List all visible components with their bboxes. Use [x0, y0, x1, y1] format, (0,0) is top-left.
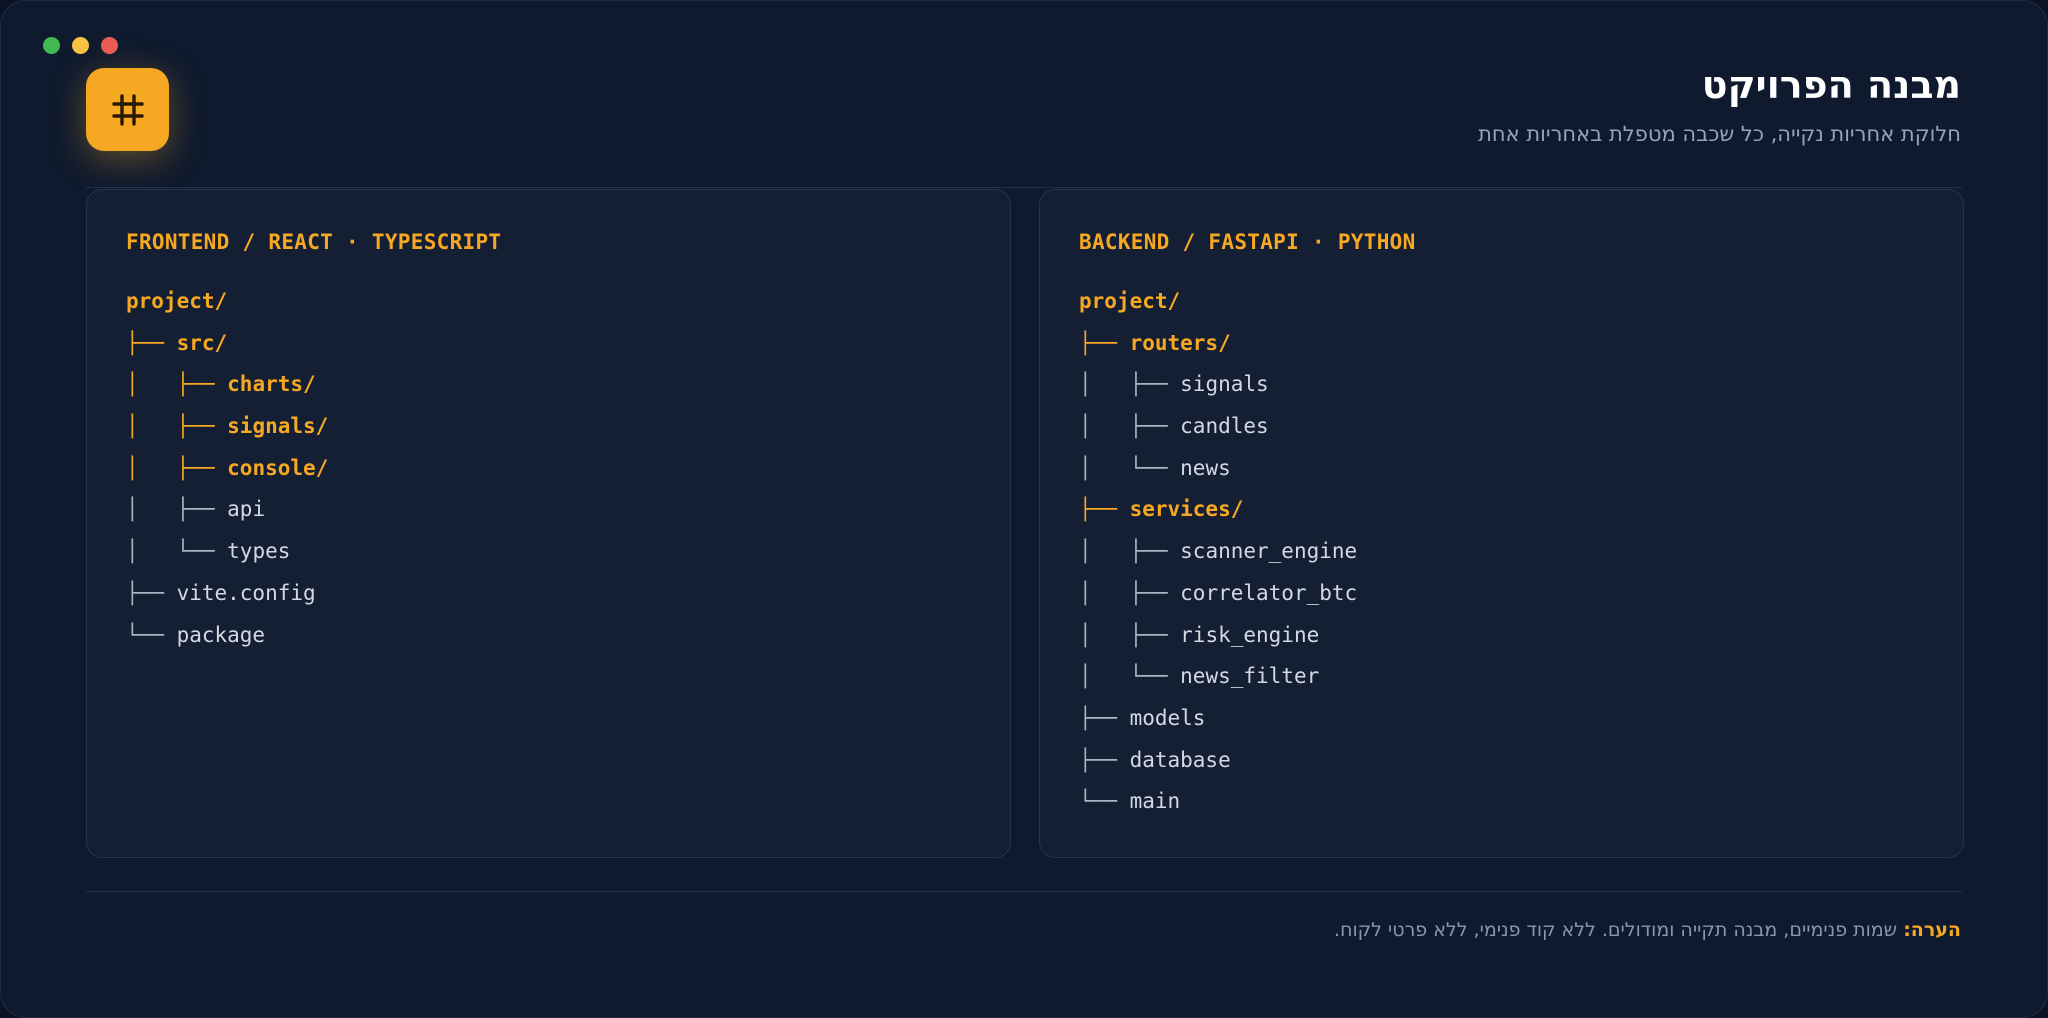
tree-item-name: vite.config	[176, 580, 316, 605]
tree-branch: │ ├──	[1079, 372, 1181, 397]
tree-branch: │ ├──	[126, 372, 228, 397]
page-title: מבנה הפרויקט	[1701, 63, 1961, 107]
tree-branch: ├──	[126, 330, 177, 355]
tree-file-item[interactable]: └── package	[126, 615, 1010, 657]
window-close-button[interactable]	[101, 37, 118, 54]
tree-branch: ├──	[126, 580, 177, 605]
backend-tree: project/├── routers/│ ├── signals │ ├── c…	[1079, 281, 1963, 823]
tree-folder-item[interactable]: │ ├── charts/	[126, 364, 1010, 406]
tree-item-name: models	[1129, 705, 1206, 730]
tree-item-name: src/	[176, 330, 228, 355]
window-maximize-button[interactable]	[43, 37, 60, 54]
tree-branch: │ ├──	[1079, 622, 1181, 647]
tree-branch: │ ├──	[1079, 414, 1181, 439]
footer-note-label: הערה:	[1903, 919, 1961, 941]
tree-file-item[interactable]: │ ├── risk_engine	[1079, 615, 1963, 657]
backend-panel: BACKEND / FASTAPI · PYTHON project/ ├── r…	[1039, 189, 1964, 858]
tree-file-item[interactable]: │ ├── candles	[1079, 406, 1963, 448]
window-controls	[43, 37, 118, 54]
page-subtitle: חלוקת אחריות נקייה, כל שכבה מטפלת באחריו…	[1478, 122, 1961, 146]
tree-file-item[interactable]: ├── vite.config	[126, 573, 1010, 615]
logo	[86, 68, 169, 151]
tree-folder-item[interactable]: │ ├── console/	[126, 448, 1010, 490]
footer-note: הערה: שמות פנימיים, מבנה תקייה ומודולים.…	[1334, 919, 1961, 941]
tree-file-item[interactable]: │ └── news_filter	[1079, 656, 1963, 698]
app-window: מבנה הפרויקט חלוקת אחריות נקייה, כל שכבה…	[0, 0, 2048, 1018]
window-minimize-button[interactable]	[72, 37, 89, 54]
tree-branch: │ ├──	[1079, 580, 1181, 605]
tree-item-name: console/	[227, 455, 329, 480]
tree-item-name: signals/	[227, 414, 329, 439]
divider-top	[86, 187, 1962, 188]
tree-branch: ├──	[1079, 705, 1130, 730]
tree-file-item[interactable]: ├── database	[1079, 740, 1963, 782]
tree-item-name: api	[227, 497, 266, 522]
tree-item-name: main	[1129, 789, 1181, 814]
tree-root-item[interactable]: project/	[126, 281, 1010, 323]
tree-branch: ├──	[1079, 747, 1130, 772]
divider-bottom	[86, 891, 1962, 892]
frontend-panel-title: FRONTEND / REACT · TYPESCRIPT	[126, 230, 502, 254]
tree-folder-item[interactable]: │ ├── signals/	[126, 406, 1010, 448]
tree-item-name: types	[227, 539, 291, 564]
tree-file-item[interactable]: │ ├── scanner_engine	[1079, 531, 1963, 573]
tree-branch: └──	[126, 622, 177, 647]
tree-item-name: risk_engine	[1180, 622, 1320, 647]
frontend-tree: project/├── src/│ ├── charts/│ ├── signa…	[126, 281, 1010, 656]
tree-item-name: news	[1180, 455, 1231, 480]
footer-note-text: שמות פנימיים, מבנה תקייה ומודולים. ללא ק…	[1334, 919, 1904, 941]
tree-branch: └──	[1079, 789, 1130, 814]
tree-item-name: scanner_engine	[1180, 539, 1358, 564]
tree-branch: │ ├──	[126, 497, 228, 522]
tree-branch: │ └──	[1079, 455, 1181, 480]
tree-folder-item[interactable]: ├── routers/	[1079, 323, 1963, 365]
tree-folder-item[interactable]: ├── services/	[1079, 489, 1963, 531]
tree-file-item[interactable]: │ ├── correlator_btc	[1079, 573, 1963, 615]
tree-file-item[interactable]: │ └── news	[1079, 448, 1963, 490]
tree-branch: ├──	[1079, 330, 1130, 355]
tree-branch: │ └──	[1079, 664, 1181, 689]
tree-item-name: charts/	[227, 372, 316, 397]
tree-item-name: news_filter	[1180, 664, 1320, 689]
tree-branch: ├──	[1079, 497, 1130, 522]
hash-icon	[111, 93, 144, 126]
tree-file-item[interactable]: └── main	[1079, 781, 1963, 823]
tree-file-item[interactable]: ├── models	[1079, 698, 1963, 740]
tree-branch: │ ├──	[126, 455, 228, 480]
tree-item-name: database	[1129, 747, 1231, 772]
tree-item-name: routers/	[1129, 330, 1231, 355]
tree-branch: │ ├──	[126, 414, 228, 439]
tree-file-item[interactable]: │ ├── signals	[1079, 364, 1963, 406]
tree-item-name: services/	[1129, 497, 1244, 522]
tree-item-name: correlator_btc	[1180, 580, 1358, 605]
tree-branch: │ └──	[126, 539, 228, 564]
tree-item-name: candles	[1180, 414, 1269, 439]
tree-file-item[interactable]: │ └── types	[126, 531, 1010, 573]
backend-panel-title: BACKEND / FASTAPI · PYTHON	[1079, 230, 1416, 254]
frontend-panel: FRONTEND / REACT · TYPESCRIPT project/ ├─…	[86, 189, 1011, 858]
tree-folder-item[interactable]: ├── src/	[126, 323, 1010, 365]
tree-file-item[interactable]: │ ├── api	[126, 489, 1010, 531]
tree-root-item[interactable]: project/	[1079, 281, 1963, 323]
tree-item-name: project/	[1079, 289, 1181, 313]
tree-branch: │ ├──	[1079, 539, 1181, 564]
tree-item-name: project/	[126, 289, 228, 313]
tree-item-name: signals	[1180, 372, 1269, 397]
tree-item-name: package	[176, 622, 266, 647]
